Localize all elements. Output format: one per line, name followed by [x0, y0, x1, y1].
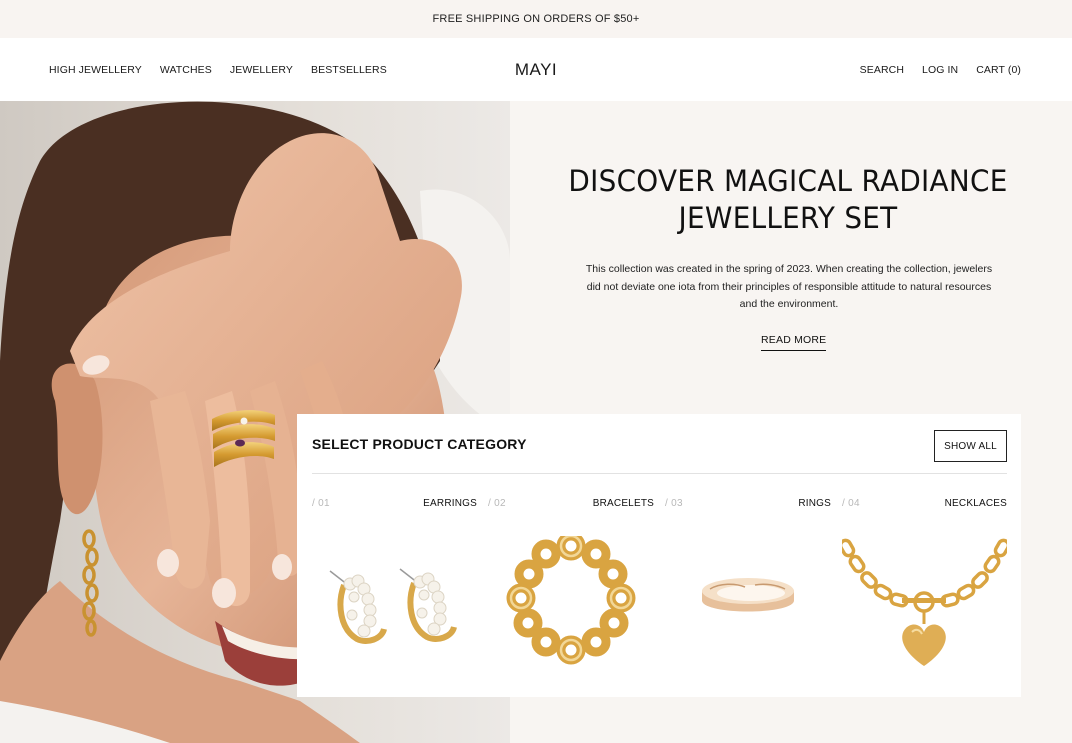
category-rings[interactable]: / 03 RINGS: [665, 474, 831, 694]
cart-link[interactable]: CART (0): [976, 64, 1021, 76]
show-all-button[interactable]: SHOW ALL: [934, 430, 1007, 462]
gold-ring-image: [702, 578, 794, 612]
hero-title: DISCOVER MAGICAL RADIANCE JEWELLERY SET: [521, 163, 1055, 237]
category-number: / 01: [312, 498, 330, 509]
category-label: RINGS: [798, 498, 831, 509]
category-necklaces[interactable]: / 04 NECKLACES: [842, 474, 1007, 694]
product-category-card: SELECT PRODUCT CATEGORY SHOW ALL / 01 EA…: [297, 414, 1021, 697]
category-number: / 03: [665, 498, 683, 509]
search-link[interactable]: SEARCH: [860, 64, 904, 76]
nav-watches[interactable]: WATCHES: [160, 64, 212, 76]
read-more-link[interactable]: READ MORE: [761, 334, 827, 351]
chain-bracelet-image: [506, 536, 636, 665]
announcement-text: FREE SHIPPING ON ORDERS OF $50+: [432, 13, 640, 25]
category-number: / 02: [488, 498, 506, 509]
hero-title-line1: DISCOVER MAGICAL RADIANCE: [568, 164, 1008, 198]
logo-text[interactable]: MAYI: [515, 60, 557, 80]
category-label: NECKLACES: [944, 498, 1007, 509]
announcement-bar: FREE SHIPPING ON ORDERS OF $50+: [0, 0, 1072, 38]
nav-bestsellers[interactable]: BESTSELLERS: [311, 64, 387, 76]
nav-high-jewellery[interactable]: HIGH JEWELLERY: [49, 64, 142, 76]
category-number: / 04: [842, 498, 860, 509]
nav-jewellery[interactable]: JEWELLERY: [230, 64, 293, 76]
category-label: EARRINGS: [423, 498, 477, 509]
category-bracelets[interactable]: / 02 BRACELETS: [488, 474, 654, 694]
hero-description: This collection was created in the sprin…: [585, 263, 993, 310]
utility-nav: SEARCH LOG IN CART (0): [860, 38, 1021, 101]
login-link[interactable]: LOG IN: [922, 64, 958, 76]
main-nav: HIGH JEWELLERY WATCHES JEWELLERY BESTSEL…: [49, 38, 387, 101]
category-heading: SELECT PRODUCT CATEGORY: [312, 436, 527, 452]
category-label: BRACELETS: [592, 498, 654, 509]
hero-title-line2: JEWELLERY SET: [678, 201, 898, 235]
pearl-earrings-image: [329, 568, 457, 644]
site-header: HIGH JEWELLERY WATCHES JEWELLERY BESTSEL…: [0, 38, 1072, 101]
category-earrings[interactable]: / 01 EARRINGS: [312, 474, 477, 694]
heart-necklace-image: [842, 538, 1007, 666]
